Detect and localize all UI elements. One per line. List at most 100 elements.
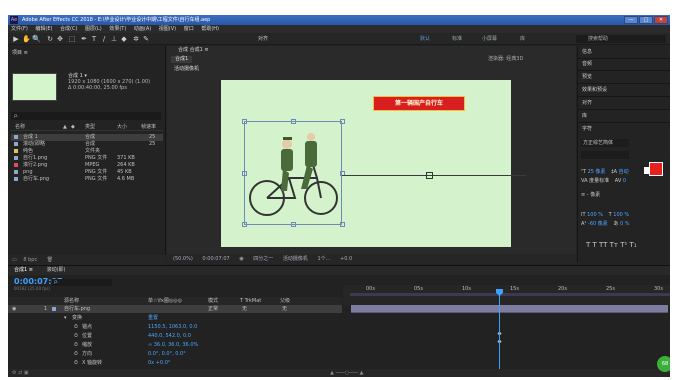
transform-property-row[interactable]: ⏱ 锚点 1150.5, 1063.0, 0.0 xyxy=(8,323,342,331)
transform-property-row[interactable]: ⏱ 缩放 ∞ 36.0, 36.0, 36.0% xyxy=(8,341,342,349)
tab-comp1[interactable]: 合成1 ≡ xyxy=(14,267,33,273)
transform-handle-t[interactable] xyxy=(291,119,296,124)
project-item[interactable]: 纯色 文件夹 xyxy=(11,148,163,155)
pen-tool-icon[interactable]: ✒ xyxy=(80,35,88,43)
panel-info[interactable]: 信息 xyxy=(582,47,592,57)
layer-parent[interactable]: 无 xyxy=(282,305,287,313)
motion-path[interactable] xyxy=(342,175,526,176)
tsume-value[interactable]: 0 % xyxy=(620,221,630,227)
property-value[interactable]: 440.0, 542.0, 0.0 xyxy=(148,332,191,340)
transform-handle-tl[interactable] xyxy=(242,119,247,124)
panel-audio[interactable]: 音频 xyxy=(582,59,592,69)
stroke-width-value[interactable]: - 像素 xyxy=(587,192,600,198)
comp-tab[interactable]: 合成1 xyxy=(171,56,193,63)
col-label[interactable]: ◆ xyxy=(71,123,75,131)
roto-tool-icon[interactable]: ✲ xyxy=(132,35,140,43)
stopwatch-icon[interactable]: ⏱ xyxy=(74,341,78,349)
hand-tool-icon[interactable]: ✋ xyxy=(22,35,31,43)
font-size-value[interactable]: 25 像素 xyxy=(588,169,606,175)
text-tool-icon[interactable]: T xyxy=(90,35,98,43)
panel-libraries[interactable]: 库 xyxy=(582,111,587,121)
close-button[interactable]: ✕ xyxy=(654,16,668,24)
faux-styles-row[interactable]: T T TT Tт T¹ T₁ xyxy=(586,241,637,249)
kerning-value[interactable]: 度量标准 xyxy=(589,178,609,184)
zoom-value[interactable]: (50.0%) xyxy=(173,256,193,262)
menu-file[interactable]: 文件(F) xyxy=(11,26,28,32)
stopwatch-icon[interactable]: ⏱ xyxy=(74,350,78,358)
stopwatch-icon[interactable]: ⏱ xyxy=(74,359,78,367)
eraser-tool-icon[interactable]: ◆ xyxy=(120,35,128,43)
panel-character[interactable]: 字符 xyxy=(582,124,592,134)
workspace-standard[interactable]: 标准 xyxy=(452,35,462,43)
mask-tool-icon[interactable]: ⬚ xyxy=(68,35,76,43)
puppet-tool-icon[interactable]: ✎ xyxy=(142,35,150,43)
layer-label-color[interactable] xyxy=(52,307,56,311)
menu-window[interactable]: 窗口 xyxy=(184,26,194,32)
maximize-button[interactable]: □ xyxy=(639,16,653,24)
project-item[interactable]: 自行车.png PNG 文件 4.6 MB xyxy=(11,176,163,183)
project-panel-title[interactable]: 项目 ≡ xyxy=(12,49,28,58)
views-select[interactable]: 1个... xyxy=(318,256,331,262)
align-label[interactable]: 对齐 xyxy=(258,35,268,43)
transform-handle-l[interactable] xyxy=(242,171,247,176)
col-name[interactable]: 名称 xyxy=(15,123,25,131)
transform-handle-br[interactable] xyxy=(340,222,345,227)
help-search-input[interactable]: 搜索帮助 xyxy=(576,35,666,43)
tab-scroll-comp[interactable]: 滚动(即) xyxy=(47,267,66,273)
horizontal-scale-value[interactable]: 100 % xyxy=(613,212,629,218)
resolution-select[interactable]: 四分之一 xyxy=(253,256,273,262)
col-mode[interactable]: 模式 xyxy=(208,297,218,305)
notification-badge[interactable]: 68 xyxy=(657,356,670,372)
selection-tool-icon[interactable]: ▶ xyxy=(12,35,20,43)
project-item[interactable]: 滚行2.png MPEG 264 KB xyxy=(11,162,163,169)
stopwatch-icon[interactable]: ⏱ xyxy=(74,332,78,340)
transform-property-row[interactable]: ⏱ 位置 440.0, 542.0, 0.0 xyxy=(8,332,342,340)
panel-effects-presets[interactable]: 效果和预设 xyxy=(582,85,607,95)
col-parent[interactable]: 父级 xyxy=(280,297,290,305)
bpc-label[interactable]: 8 bpc xyxy=(23,257,37,263)
panel-preview[interactable]: 预览 xyxy=(582,72,592,82)
zoom-tool-icon[interactable]: 🔍 xyxy=(32,35,41,43)
project-item[interactable]: 合成 1 合成 25 xyxy=(11,134,163,141)
menu-layer[interactable]: 图层(L) xyxy=(85,26,102,32)
menu-help[interactable]: 帮助(H) xyxy=(201,26,219,32)
vertical-scale-value[interactable]: 100 % xyxy=(587,212,603,218)
col-switches[interactable]: 单☆\fx圃◎◎◎ xyxy=(148,297,182,305)
layer-selection-box[interactable] xyxy=(244,121,342,225)
eye-icon[interactable]: ◉ xyxy=(12,305,16,313)
brush-tool-icon[interactable]: / xyxy=(100,35,108,43)
menu-animation[interactable]: 动画(A) xyxy=(134,26,151,32)
transform-handle-bl[interactable] xyxy=(242,222,247,227)
project-search-input[interactable]: ρ. xyxy=(11,112,161,120)
camera-select[interactable]: 活动摄像机 xyxy=(283,256,308,262)
camera-icon[interactable]: ◉ xyxy=(239,256,243,262)
trash-icon[interactable]: 🗑 xyxy=(47,257,53,263)
project-item[interactable]: 自行1.png PNG 文件 371 KB xyxy=(11,155,163,162)
property-value[interactable]: 0.0°, 0.0°, 0.0° xyxy=(148,350,186,358)
transform-property-row[interactable]: ⏱ X 轴旋转 0x +0.0° xyxy=(8,359,342,367)
exposure-value[interactable]: +0.0 xyxy=(340,256,352,262)
transform-handle-b[interactable] xyxy=(291,222,296,227)
menu-composition[interactable]: 合成(C) xyxy=(60,26,77,32)
property-value[interactable]: 重置 xyxy=(148,314,158,322)
timeline-search-input[interactable]: ρ. xyxy=(52,279,112,286)
clone-tool-icon[interactable]: ⊥ xyxy=(110,35,118,43)
col-size[interactable]: 大小 xyxy=(117,123,127,131)
col-fps[interactable]: 帧速率 xyxy=(141,123,156,131)
folder-icon[interactable]: ▭ xyxy=(12,257,17,263)
project-item[interactable]: png PNG 文件 45 KB xyxy=(11,169,163,176)
col-type[interactable]: 类型 xyxy=(85,123,95,131)
current-time[interactable]: 0:00:07:07 xyxy=(202,256,229,262)
font-style-select[interactable] xyxy=(581,151,629,159)
layer-name[interactable]: 自行车.png xyxy=(64,305,90,313)
font-family-select[interactable]: 方正综艺简体 xyxy=(581,139,629,147)
layer-mode[interactable]: 正常 xyxy=(208,305,218,313)
renderer-label[interactable]: 渲染器: 经典3D xyxy=(488,56,523,63)
layer-trkmat[interactable]: 无 xyxy=(242,305,247,313)
col-trkmat[interactable]: T TrkMat xyxy=(240,297,261,305)
rotate-tool-icon[interactable]: ↻ xyxy=(46,35,54,43)
expand-arrow-icon[interactable]: ▾ xyxy=(64,314,67,322)
panel-align[interactable]: 对齐 xyxy=(582,98,592,108)
layer-row[interactable]: ◉ 1 自行车.png 正常 无 无 xyxy=(8,305,342,313)
col-sort[interactable]: ▲ xyxy=(63,123,67,131)
